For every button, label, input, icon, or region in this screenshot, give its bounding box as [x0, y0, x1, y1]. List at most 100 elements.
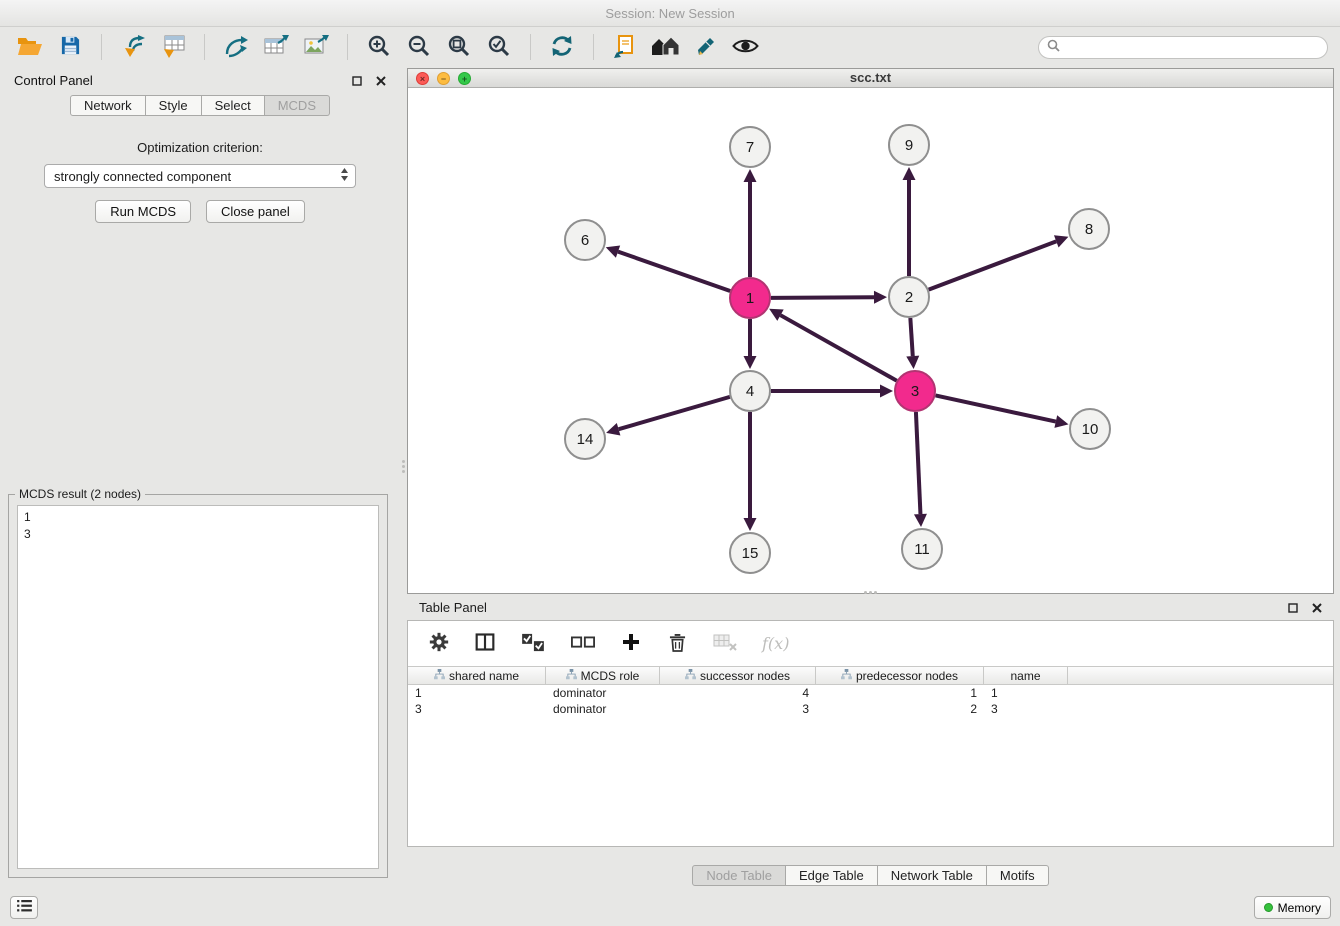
zoom-fit-button[interactable]	[441, 31, 477, 63]
save-session-button[interactable]	[52, 31, 88, 63]
graph-node-15[interactable]: 15	[730, 533, 770, 573]
float-table-panel-button[interactable]	[1286, 601, 1300, 615]
column-header-shared-name[interactable]: shared name	[408, 667, 546, 684]
show-hide-graphics-button[interactable]	[727, 31, 763, 63]
export-image-button[interactable]	[298, 31, 334, 63]
mcds-result-list[interactable]: 1 3	[17, 505, 379, 869]
memory-button[interactable]: Memory	[1254, 896, 1331, 919]
criterion-dropdown[interactable]: strongly connected component	[44, 164, 356, 188]
copy-annotation-button[interactable]	[607, 31, 643, 63]
graph-edge-3-10[interactable]	[936, 395, 1069, 427]
zoom-in-button[interactable]	[361, 31, 397, 63]
search-input[interactable]	[1065, 40, 1319, 54]
graph-node-9[interactable]: 9	[889, 125, 929, 165]
network-view-window: × − + scc.txt 7 9 6 8 1 2 4 3 14 10 15 11	[407, 68, 1334, 594]
table-options-button[interactable]	[428, 633, 450, 655]
window-close-button[interactable]: ×	[416, 72, 429, 85]
column-header-successor-nodes[interactable]: successor nodes	[660, 667, 816, 684]
graph-edge-2-8[interactable]	[929, 235, 1069, 289]
graph-edge-3-11[interactable]	[914, 412, 927, 527]
svg-text:4: 4	[746, 383, 754, 400]
tab-select[interactable]: Select	[202, 95, 265, 116]
tab-network-table[interactable]: Network Table	[878, 865, 987, 886]
control-panel-tabs: Network Style Select MCDS	[0, 95, 400, 116]
horizontal-splitter-handle[interactable]	[858, 589, 882, 596]
tab-network[interactable]: Network	[70, 95, 146, 116]
network-window-titlebar[interactable]: × − + scc.txt	[408, 69, 1333, 88]
refresh-network-button[interactable]	[544, 31, 580, 63]
graph-edge-3-1[interactable]	[769, 309, 897, 381]
export-table-button[interactable]	[258, 31, 294, 63]
graph-node-6[interactable]: 6	[565, 220, 605, 260]
zoom-out-button[interactable]	[401, 31, 437, 63]
tab-mcds[interactable]: MCDS	[265, 95, 330, 116]
window-title: Session: New Session	[605, 6, 734, 21]
import-table-icon	[161, 34, 186, 61]
attribute-type-icon	[841, 669, 852, 683]
gear-icon	[429, 632, 449, 655]
delete-column-button[interactable]	[666, 633, 688, 655]
graph-edge-1-2[interactable]	[771, 291, 887, 304]
unselect-all-columns-button[interactable]	[570, 633, 596, 655]
graph-node-2[interactable]: 2	[889, 277, 929, 317]
import-table-button[interactable]	[155, 31, 191, 63]
tab-node-table[interactable]: Node Table	[692, 865, 786, 886]
network-graph[interactable]: 7 9 6 8 1 2 4 3 14 10 15 11	[408, 88, 1333, 593]
graph-edge-2-3[interactable]	[906, 318, 919, 369]
graph-node-14[interactable]: 14	[565, 419, 605, 459]
tab-edge-table[interactable]: Edge Table	[786, 865, 878, 886]
import-network-button[interactable]	[115, 31, 151, 63]
show-panel-list-button[interactable]	[10, 896, 38, 919]
vertical-splitter-handle[interactable]	[400, 455, 407, 477]
plus-icon	[622, 633, 640, 654]
graph-node-8[interactable]: 8	[1069, 209, 1109, 249]
tab-motifs[interactable]: Motifs	[987, 865, 1049, 886]
run-mcds-button[interactable]: Run MCDS	[95, 200, 191, 223]
zoom-fit-icon	[447, 34, 471, 61]
show-columns-button[interactable]	[474, 633, 496, 655]
graph-node-7[interactable]: 7	[730, 127, 770, 167]
select-all-columns-button[interactable]	[520, 633, 546, 655]
graph-node-11[interactable]: 11	[902, 529, 942, 569]
window-zoom-button[interactable]: +	[458, 72, 471, 85]
graph-node-1[interactable]: 1	[730, 278, 770, 318]
graph-edge-1-7[interactable]	[744, 169, 757, 277]
graph-edge-4-15[interactable]	[744, 412, 757, 531]
app-titlebar: Session: New Session	[0, 0, 1340, 27]
graph-edge-4-14[interactable]	[606, 397, 730, 436]
delete-table-button[interactable]	[712, 633, 738, 655]
search-box[interactable]	[1038, 36, 1328, 59]
open-session-button[interactable]	[12, 31, 48, 63]
apply-style-button[interactable]	[687, 31, 723, 63]
close-panel-icon-button[interactable]	[374, 74, 388, 88]
tab-style[interactable]: Style	[146, 95, 202, 116]
toolbar-separator	[593, 34, 594, 60]
memory-label: Memory	[1278, 901, 1321, 915]
table-panel-title: Table Panel	[419, 600, 487, 615]
search-icon	[1047, 39, 1060, 55]
create-column-button[interactable]	[620, 633, 642, 655]
svg-text:10: 10	[1082, 421, 1099, 438]
svg-text:11: 11	[914, 541, 930, 558]
column-header-mcds-role[interactable]: MCDS role	[546, 667, 660, 684]
graph-node-4[interactable]: 4	[730, 371, 770, 411]
zoom-selected-icon	[487, 34, 511, 61]
float-panel-button[interactable]	[350, 74, 364, 88]
graph-edge-2-9[interactable]	[903, 167, 916, 276]
graph-node-3[interactable]: 3	[895, 371, 935, 411]
column-header-name[interactable]: name	[984, 667, 1068, 684]
column-header-predecessor-nodes[interactable]: predecessor nodes	[816, 667, 984, 684]
close-table-panel-button[interactable]	[1310, 601, 1324, 615]
function-builder-label[interactable]: f(x)	[762, 634, 789, 653]
table-row[interactable]: 1 dominator 4 1 1	[408, 685, 1333, 701]
graph-edge-4-3[interactable]	[771, 385, 893, 398]
zoom-selected-button[interactable]	[481, 31, 517, 63]
window-minimize-button[interactable]: −	[437, 72, 450, 85]
export-network-button[interactable]	[218, 31, 254, 63]
graph-edge-1-6[interactable]	[606, 245, 730, 291]
graph-node-10[interactable]: 10	[1070, 409, 1110, 449]
graph-edge-1-4[interactable]	[744, 319, 757, 369]
home-layout-button[interactable]	[647, 31, 683, 63]
table-row[interactable]: 3 dominator 3 2 3	[408, 701, 1333, 717]
close-panel-button[interactable]: Close panel	[206, 200, 305, 223]
